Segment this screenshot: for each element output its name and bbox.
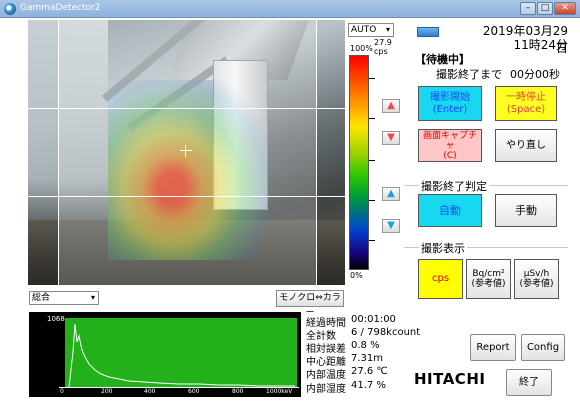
scale-min-down-button[interactable]: ▼	[382, 219, 400, 233]
status-label: 【待機中】	[415, 53, 470, 66]
title-bar: GammaDetector2 – □ ✕	[0, 0, 580, 18]
mono-color-toggle-button[interactable]: モノクロ⇔カラー	[276, 290, 344, 318]
remaining-time-value: 00分00秒	[510, 68, 560, 81]
scale-tick	[369, 200, 375, 201]
scale-min-up-button[interactable]: ▲	[382, 187, 400, 201]
redo-button[interactable]: やり直し	[495, 129, 557, 162]
scale-unit: cps	[374, 47, 388, 56]
internal-temp-value: 27.6 ℃	[351, 366, 388, 377]
total-count-value: 6 / 798kcount	[351, 327, 421, 338]
scale-tick	[369, 118, 375, 119]
scale-mode-select[interactable]: AUTO ▾	[348, 23, 394, 37]
spectrum-curve	[68, 323, 295, 388]
button-sublabel: (参考値)	[519, 279, 554, 289]
spectrum-tick: 1000keV	[266, 388, 293, 395]
scale-mode-value: AUTO	[351, 25, 377, 35]
scale-tick	[369, 78, 375, 79]
button-shortcut: (Enter)	[432, 103, 468, 115]
exit-button[interactable]: 終了	[506, 369, 552, 396]
button-label: µSv/h	[523, 269, 550, 279]
bq-display-button[interactable]: Bq/cm² (参考値)	[466, 259, 511, 299]
button-shortcut: (Space)	[506, 103, 546, 115]
energy-spectrum-plot: 1068 0 200 400 600 800 1000keV	[29, 312, 301, 397]
internal-humidity-label: 内部湿度	[306, 384, 346, 395]
brand-logo: HITACHI	[414, 370, 486, 388]
scale-max-down-button[interactable]: ▼	[382, 131, 400, 145]
button-label: 一時停止	[506, 91, 546, 103]
spectrum-tick: 600	[188, 388, 200, 395]
spectrum-tick: 200	[101, 388, 113, 395]
camera-view[interactable]	[28, 20, 345, 285]
combo-value: 総合	[32, 293, 51, 303]
color-scale-bar	[349, 55, 369, 270]
center-distance-value: 7.31m	[351, 353, 384, 364]
arrow-down-icon: ▼	[387, 132, 395, 143]
report-button[interactable]: Report	[470, 334, 516, 361]
manual-judgement-button[interactable]: 手動	[495, 194, 557, 227]
relative-error-value: 0.8 %	[351, 340, 380, 351]
scale-max-up-button[interactable]: ▲	[382, 99, 400, 113]
view-mode-combo[interactable]: 総合 ▾	[29, 291, 99, 305]
internal-temp-label: 内部温度	[306, 370, 346, 381]
spectrum-tick: 400	[144, 388, 156, 395]
button-shortcut: (C)	[443, 150, 457, 161]
display-group-label: 撮影表示	[419, 240, 467, 256]
time-display: 11時24分	[513, 38, 568, 52]
grid-line	[28, 196, 345, 197]
button-label: Bq/cm²	[472, 269, 505, 279]
spectrum-axis	[59, 387, 299, 388]
chevron-down-icon: ▾	[90, 293, 95, 302]
chevron-down-icon: ▾	[385, 25, 390, 34]
scale-tick	[369, 160, 375, 161]
button-sublabel: (参考値)	[471, 279, 506, 289]
app-icon	[4, 3, 16, 15]
config-button[interactable]: Config	[521, 334, 565, 361]
arrow-up-icon: ▲	[387, 188, 395, 199]
minimize-button[interactable]: –	[520, 2, 536, 15]
screen-capture-button[interactable]: 画面キャプチャ (C)	[418, 129, 482, 162]
cps-display-button[interactable]: cps	[418, 259, 463, 299]
elapsed-time-value: 00:01:00	[351, 314, 396, 325]
pause-button[interactable]: 一時停止 (Space)	[495, 86, 557, 121]
auto-judgement-button[interactable]: 自動	[418, 194, 482, 227]
start-capture-button[interactable]: 撮影開始 (Enter)	[418, 86, 482, 121]
maximize-button[interactable]: □	[537, 2, 553, 15]
close-button[interactable]: ✕	[554, 2, 576, 15]
window-title: GammaDetector2	[20, 3, 101, 13]
button-label: 画面キャプチャ	[422, 130, 477, 151]
scale-top-label: 100%	[350, 44, 373, 53]
spectrum-tick: 800	[232, 388, 244, 395]
internal-humidity-value: 41.7 %	[351, 380, 386, 391]
spectrum-tick: 0	[60, 388, 64, 395]
usv-display-button[interactable]: µSv/h (参考値)	[514, 259, 559, 299]
grid-line	[28, 108, 345, 109]
remaining-time-label: 撮影終了まで	[436, 68, 502, 81]
scale-bottom-label: 0%	[350, 271, 363, 280]
arrow-down-icon: ▼	[387, 220, 395, 231]
battery-icon	[417, 27, 439, 37]
scale-tick	[369, 240, 375, 241]
judgement-group-label: 撮影終了判定	[419, 178, 489, 194]
crosshair-icon	[180, 145, 192, 157]
arrow-up-icon: ▲	[387, 100, 395, 111]
scale-max-value: 27.9	[374, 38, 392, 47]
scale-max-readout: 27.9 cps	[374, 38, 392, 56]
button-label: 撮影開始	[430, 91, 470, 103]
